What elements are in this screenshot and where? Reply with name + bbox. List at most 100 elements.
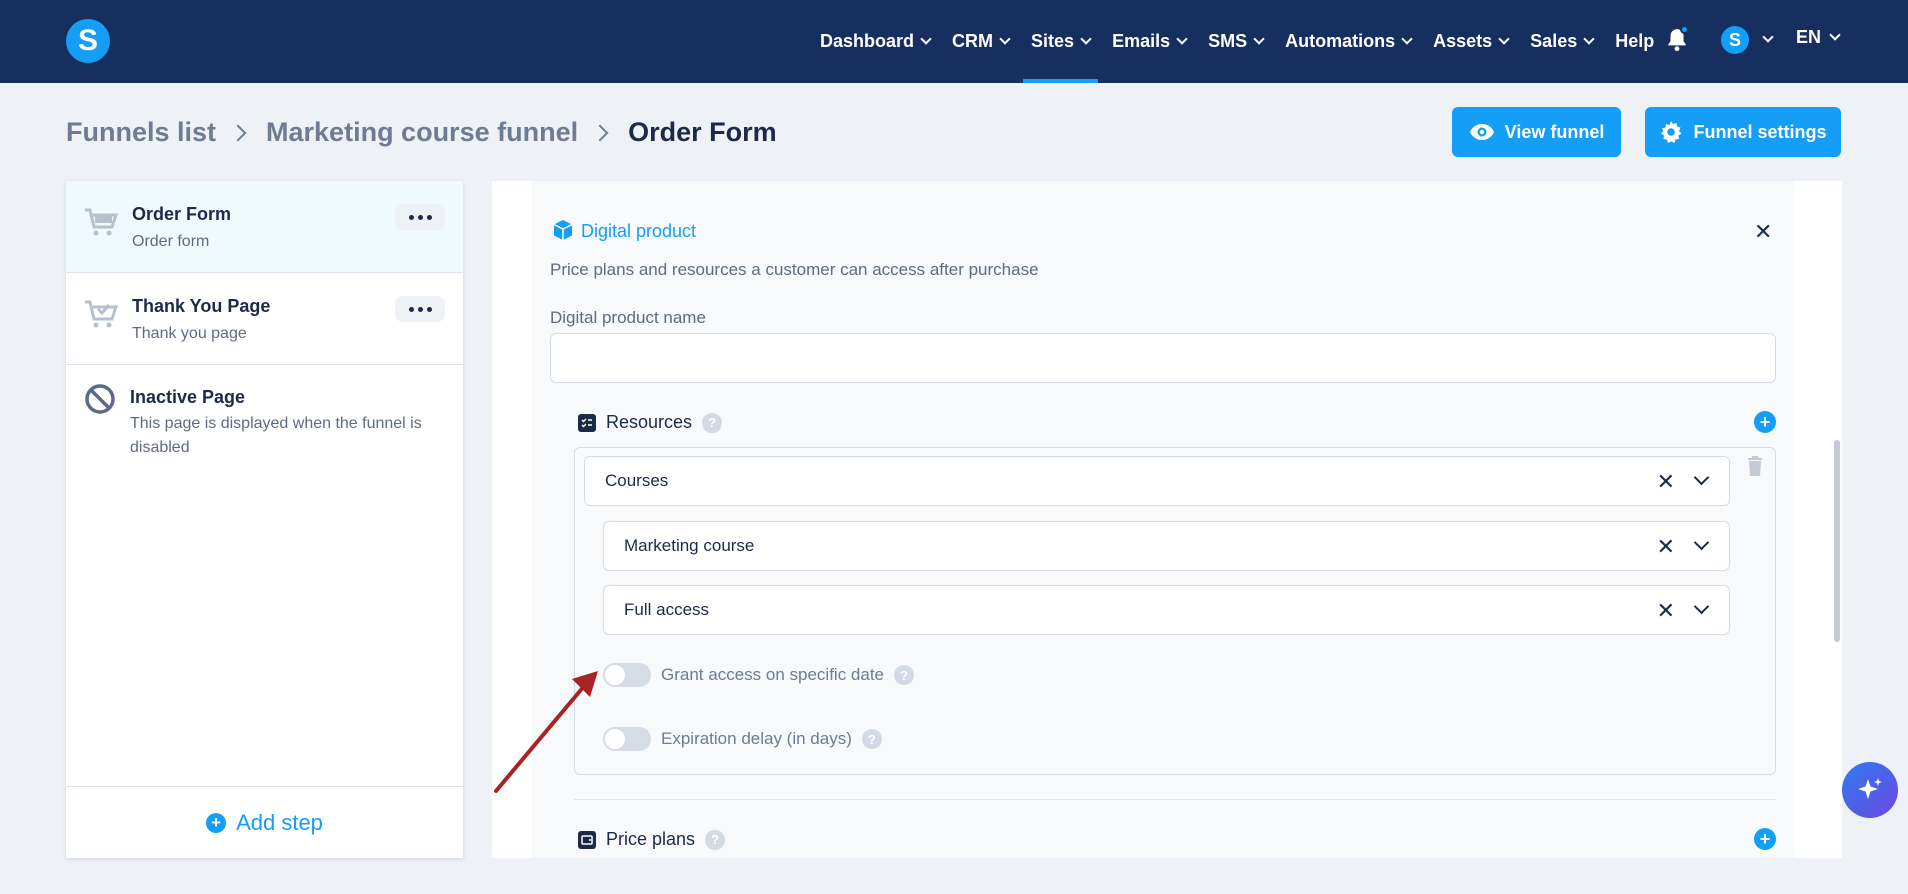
top-navbar: S Dashboard CRM Sites Emails SMS Automat… [0, 0, 1908, 83]
breadcrumb-funnel[interactable]: Marketing course funnel [266, 117, 578, 148]
grant-access-label: Grant access on specific date [661, 665, 885, 684]
app-logo[interactable]: S [66, 19, 110, 63]
nav-label: Sites [1031, 31, 1075, 51]
resource-type-select[interactable]: Courses ✕ [584, 456, 1730, 506]
select-value: Courses [605, 471, 669, 490]
nav-dashboard[interactable]: Dashboard [820, 0, 932, 83]
breadcrumb: Funnels list Marketing course funnel Ord… [66, 117, 777, 148]
grant-access-row: Grant access on specific date ? [603, 663, 915, 687]
chevron-right-icon [229, 124, 247, 141]
chevron-down-icon [1176, 33, 1188, 45]
chevron-down-icon[interactable] [1693, 534, 1710, 551]
select-value: Marketing course [624, 536, 755, 555]
wallet-icon [578, 830, 596, 849]
expiration-row: Expiration delay (in days) ? [603, 727, 882, 751]
nav-label: Emails [1112, 31, 1171, 51]
chevron-down-icon [1253, 33, 1265, 45]
resources-label: Resources [606, 412, 693, 432]
digital-product-title: Digital product [581, 221, 697, 241]
step-order-form[interactable]: Order Form Order form [66, 181, 463, 273]
step-menu-button[interactable] [395, 296, 445, 322]
clear-icon[interactable]: ✕ [1657, 598, 1675, 624]
nav-crm[interactable]: CRM [952, 0, 1011, 83]
step-subtitle: Thank you page [132, 325, 247, 342]
eye-icon [1469, 124, 1494, 140]
step-menu-button[interactable] [395, 204, 445, 230]
funnel-settings-label: Funnel settings [1693, 121, 1827, 142]
nav-label: Assets [1433, 31, 1493, 51]
step-inactive-page[interactable]: Inactive Page This page is displayed whe… [66, 365, 463, 465]
cart-check-icon [85, 300, 119, 328]
nav-assets[interactable]: Assets [1433, 0, 1510, 83]
language-selector[interactable]: EN [1796, 27, 1841, 48]
select-value: Full access [624, 600, 710, 619]
chevron-right-icon [591, 124, 609, 141]
breadcrumb-funnels-list[interactable]: Funnels list [66, 117, 216, 148]
access-select[interactable]: Full access ✕ [603, 585, 1730, 635]
chevron-down-icon[interactable] [1693, 469, 1710, 486]
nav-help[interactable]: Help [1615, 0, 1654, 83]
funnel-steps-panel: Order Form Order form Thank You Page Tha… [66, 181, 463, 858]
chevron-down-icon [1080, 33, 1092, 45]
add-resource-button[interactable]: + [1754, 411, 1776, 433]
scrollbar[interactable] [1834, 440, 1840, 642]
nav-automations[interactable]: Automations [1285, 0, 1413, 83]
expiration-label: Expiration delay (in days) [661, 729, 852, 748]
add-price-plan-button[interactable]: + [1754, 828, 1776, 850]
close-icon[interactable]: ✕ [1754, 219, 1772, 245]
nav-sms[interactable]: SMS [1208, 0, 1265, 83]
step-title: Inactive Page [130, 387, 246, 407]
plus-circle-icon: + [206, 812, 227, 833]
cart-icon [85, 208, 119, 236]
nav-label: Dashboard [820, 31, 915, 51]
view-funnel-label: View funnel [1504, 121, 1605, 142]
price-plans-label: Price plans [606, 829, 696, 849]
breadcrumb-current-page: Order Form [628, 117, 777, 147]
step-subtitle: This page is displayed when the funnel i… [130, 415, 422, 456]
nav-sites[interactable]: Sites [1023, 0, 1099, 83]
avatar-letter: S [1728, 29, 1741, 50]
ban-icon [85, 384, 115, 414]
sparkle-icon [1858, 778, 1882, 799]
nav-label: Help [1615, 31, 1655, 51]
resources-header: Resources ? [578, 412, 723, 433]
nav-label: SMS [1208, 31, 1248, 51]
ai-assistant-button[interactable] [1842, 762, 1898, 818]
nav-emails[interactable]: Emails [1112, 0, 1188, 83]
nav-label: CRM [952, 31, 994, 51]
clear-icon[interactable]: ✕ [1657, 469, 1675, 495]
grant-access-toggle[interactable] [603, 663, 651, 687]
step-thank-you[interactable]: Thank You Page Thank you page [66, 273, 463, 365]
logo-letter: S [77, 24, 98, 57]
help-icon[interactable]: ? [705, 829, 726, 850]
box-icon [553, 220, 573, 240]
divider [574, 799, 1776, 800]
help-icon[interactable]: ? [894, 665, 915, 685]
chevron-down-icon [920, 33, 932, 45]
chevron-down-icon[interactable] [1762, 31, 1774, 43]
clear-icon[interactable]: ✕ [1657, 534, 1675, 560]
main-nav: Dashboard CRM Sites Emails SMS Automatio… [820, 0, 1676, 83]
chevron-down-icon[interactable] [1693, 598, 1710, 615]
checklist-icon [578, 413, 596, 432]
nav-label: Automations [1285, 31, 1396, 51]
avatar[interactable]: S [1721, 26, 1749, 54]
view-funnel-button[interactable]: View funnel [1452, 107, 1621, 157]
help-icon[interactable]: ? [702, 412, 723, 433]
chevron-down-icon [1829, 29, 1841, 41]
nav-sales[interactable]: Sales [1530, 0, 1595, 83]
step-subtitle: Order form [132, 233, 210, 250]
product-name-label: Digital product name [550, 308, 706, 327]
chevron-down-icon [999, 33, 1011, 45]
product-name-input[interactable] [550, 333, 1776, 383]
language-label: EN [1796, 27, 1822, 47]
chevron-down-icon [1583, 33, 1595, 45]
trash-icon[interactable] [1747, 456, 1763, 476]
expiration-toggle[interactable] [603, 727, 651, 751]
help-icon[interactable]: ? [861, 729, 882, 749]
add-step-button[interactable]: + Add step [66, 786, 463, 858]
funnel-settings-button[interactable]: Funnel settings [1645, 107, 1841, 157]
step-title: Thank You Page [132, 296, 271, 316]
chevron-down-icon [1498, 33, 1510, 45]
course-select[interactable]: Marketing course ✕ [603, 521, 1730, 571]
